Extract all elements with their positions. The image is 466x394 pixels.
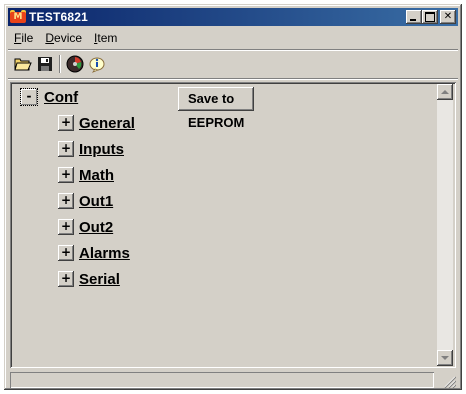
menu-device-label: evice [54, 31, 83, 45]
close-button[interactable]: ✕ [440, 10, 456, 24]
maximize-icon [425, 12, 435, 22]
menu-item[interactable]: Item [88, 29, 123, 47]
expand-toggle[interactable]: + [58, 193, 74, 209]
open-button[interactable] [12, 53, 34, 75]
collapse-toggle[interactable]: - [20, 88, 38, 106]
save-disk-icon [38, 57, 52, 71]
tree-node-serial[interactable]: Serial [79, 271, 120, 288]
info-button[interactable] [86, 53, 108, 75]
expand-toggle[interactable]: + [58, 245, 74, 261]
config-tree-panel: - Conf Save to EEPROM + General + Inputs… [10, 82, 456, 368]
tree-root-row: - Conf [20, 86, 78, 108]
menu-divider [8, 49, 458, 51]
menu-file-label: ile [21, 31, 34, 45]
expand-toggle[interactable]: + [58, 141, 74, 157]
info-icon [89, 57, 105, 73]
caption-buttons: ✕ [406, 10, 456, 24]
tree-row-serial: + Serial [58, 268, 120, 290]
vertical-scrollbar[interactable] [437, 84, 453, 366]
expand-toggle[interactable]: + [58, 115, 74, 131]
expand-toggle[interactable]: + [58, 167, 74, 183]
gauge-icon [66, 55, 84, 73]
tree-node-out2[interactable]: Out2 [79, 219, 113, 236]
expand-toggle[interactable]: + [58, 219, 74, 235]
scroll-down-button[interactable] [437, 350, 453, 366]
menu-bar: File Device Item [8, 28, 123, 48]
tree-row-math: + Math [58, 164, 114, 186]
status-pane [10, 372, 434, 388]
expand-toggle[interactable]: + [58, 271, 74, 287]
save-button[interactable] [34, 53, 56, 75]
menu-file[interactable]: File [8, 29, 39, 47]
app-icon-text: M [10, 12, 26, 23]
open-folder-icon [14, 58, 32, 71]
tree-row-out2: + Out2 [58, 216, 113, 238]
menu-device-accel: D [45, 31, 55, 45]
save-to-eeprom-button[interactable]: Save to EEPROM [178, 87, 255, 130]
scroll-up-button[interactable] [437, 84, 453, 100]
toolbar-separator [59, 55, 61, 73]
tree-row-alarms: + Alarms [58, 242, 130, 264]
tree-node-math[interactable]: Math [79, 167, 114, 184]
tree-node-conf[interactable]: Conf [44, 89, 78, 106]
menu-device[interactable]: Device [39, 29, 88, 47]
window-title: TEST6821 [29, 10, 88, 24]
toolbar-divider [8, 78, 458, 80]
app-window: M TEST6821 ✕ File Device Item - Conf Sav… [4, 4, 462, 390]
menu-item-label: tem [97, 31, 118, 45]
app-icon[interactable]: M [10, 10, 26, 24]
maximize-button[interactable] [422, 10, 438, 24]
title-bar[interactable]: M TEST6821 ✕ [8, 8, 458, 26]
minimize-button[interactable] [406, 10, 422, 24]
tree-node-inputs[interactable]: Inputs [79, 141, 124, 158]
device-button[interactable] [64, 53, 86, 75]
tree-node-out1[interactable]: Out1 [79, 193, 113, 210]
tree-node-alarms[interactable]: Alarms [79, 245, 130, 262]
status-bar [8, 372, 458, 390]
arrow-down-icon [441, 356, 449, 360]
resize-grip-icon[interactable] [444, 376, 456, 388]
minimize-icon [410, 19, 416, 21]
toolbar [12, 53, 108, 75]
tree-row-inputs: + Inputs [58, 138, 124, 160]
tree-row-general: + General [58, 112, 135, 134]
tree-node-general[interactable]: General [79, 115, 135, 132]
tree-row-out1: + Out1 [58, 190, 113, 212]
arrow-up-icon [441, 90, 449, 94]
close-icon: ✕ [443, 11, 453, 22]
